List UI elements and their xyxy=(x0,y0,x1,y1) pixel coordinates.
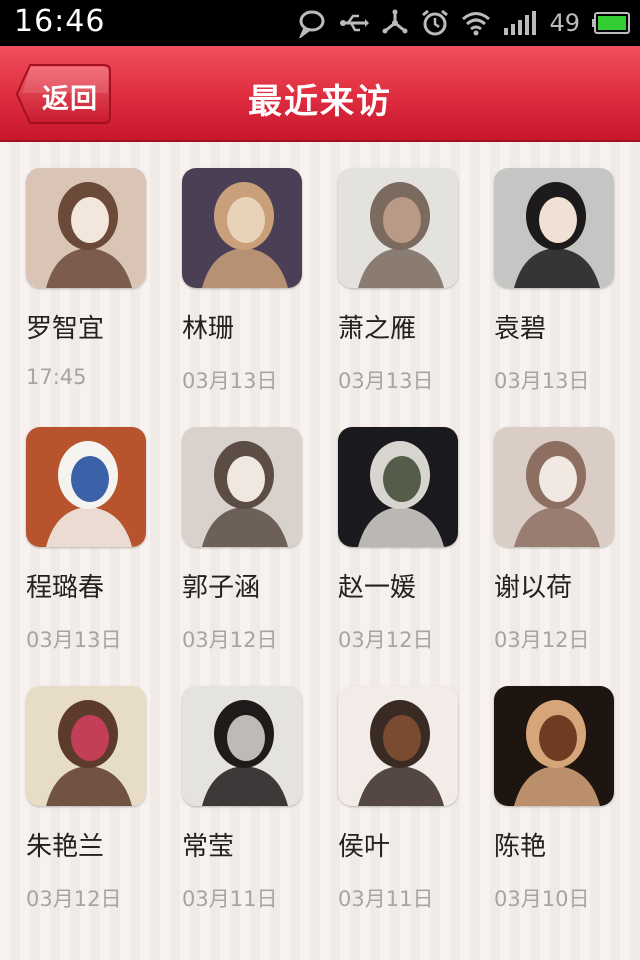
avatar[interactable] xyxy=(494,686,614,806)
visitor-name: 萧之雁 xyxy=(338,314,417,344)
visit-time: 03月13日 xyxy=(338,369,434,393)
avatar[interactable] xyxy=(26,686,146,806)
visitor-name: 郭子涵 xyxy=(182,573,261,603)
visitor-item[interactable]: 林珊 03月13日 xyxy=(182,168,302,427)
status-icons: 49 xyxy=(297,6,630,40)
visit-time: 03月13日 xyxy=(494,369,590,393)
visitor-item[interactable]: 程璐春 03月13日 xyxy=(26,427,146,686)
battery-percent: 49 xyxy=(549,9,580,37)
avatar[interactable] xyxy=(182,427,302,547)
visitor-list: 罗智宜 17:45 林珊 03月13日 萧之雁 03月13日 袁碧 03月13日 程璐春 03月1… xyxy=(0,142,640,960)
visit-time: 03月12日 xyxy=(494,628,590,652)
visitor-name: 谢以荷 xyxy=(494,573,573,603)
visit-time: 03月12日 xyxy=(26,887,122,911)
visitor-name: 赵一媛 xyxy=(338,573,417,603)
visit-time: 03月11日 xyxy=(338,887,434,911)
visitor-grid: 罗智宜 17:45 林珊 03月13日 萧之雁 03月13日 袁碧 03月13日 程璐春 03月1… xyxy=(26,168,626,945)
visitor-item[interactable]: 袁碧 03月13日 xyxy=(494,168,614,427)
visit-time: 03月12日 xyxy=(338,628,434,652)
visitor-name: 林珊 xyxy=(182,314,235,344)
visitor-name: 朱艳兰 xyxy=(26,832,105,862)
visitor-item[interactable]: 陈艳 03月10日 xyxy=(494,686,614,945)
visitor-name: 侯叶 xyxy=(338,832,391,862)
visit-time: 03月13日 xyxy=(182,369,278,393)
app-header: 返回 最近来访 xyxy=(0,46,640,142)
avatar[interactable] xyxy=(26,168,146,288)
visitor-item[interactable]: 罗智宜 17:45 xyxy=(26,168,146,427)
visitor-name: 陈艳 xyxy=(494,832,547,862)
wifi-icon xyxy=(461,10,491,36)
alarm-icon xyxy=(421,9,449,37)
visitor-item[interactable]: 赵一媛 03月12日 xyxy=(338,427,458,686)
visitor-item[interactable]: 郭子涵 03月12日 xyxy=(182,427,302,686)
status-time: 16:46 xyxy=(14,4,106,39)
visit-time: 03月12日 xyxy=(182,628,278,652)
chat-bubble-icon xyxy=(297,8,327,38)
battery-icon xyxy=(592,12,630,34)
avatar[interactable] xyxy=(182,686,302,806)
visitor-item[interactable]: 萧之雁 03月13日 xyxy=(338,168,458,427)
avatar[interactable] xyxy=(26,427,146,547)
visitor-name: 常莹 xyxy=(182,832,235,862)
status-bar: 16:46 49 xyxy=(0,0,640,46)
visitor-item[interactable]: 朱艳兰 03月12日 xyxy=(26,686,146,945)
avatar[interactable] xyxy=(338,427,458,547)
avatar[interactable] xyxy=(494,168,614,288)
avatar[interactable] xyxy=(182,168,302,288)
signal-icon xyxy=(503,10,537,36)
avatar[interactable] xyxy=(338,168,458,288)
share-icon xyxy=(381,9,409,37)
visit-time: 03月13日 xyxy=(26,628,122,652)
avatar[interactable] xyxy=(338,686,458,806)
usb-icon xyxy=(339,11,370,35)
page-title: 最近来访 xyxy=(248,82,392,122)
visitor-item[interactable]: 侯叶 03月11日 xyxy=(338,686,458,945)
visitor-name: 袁碧 xyxy=(494,314,547,344)
visitor-name: 程璐春 xyxy=(26,573,105,603)
visit-time: 17:45 xyxy=(26,365,87,389)
visitor-item[interactable]: 谢以荷 03月12日 xyxy=(494,427,614,686)
visit-time: 03月10日 xyxy=(494,887,590,911)
avatar[interactable] xyxy=(494,427,614,547)
visitor-name: 罗智宜 xyxy=(26,314,105,344)
visit-time: 03月11日 xyxy=(182,887,278,911)
visitor-item[interactable]: 常莹 03月11日 xyxy=(182,686,302,945)
